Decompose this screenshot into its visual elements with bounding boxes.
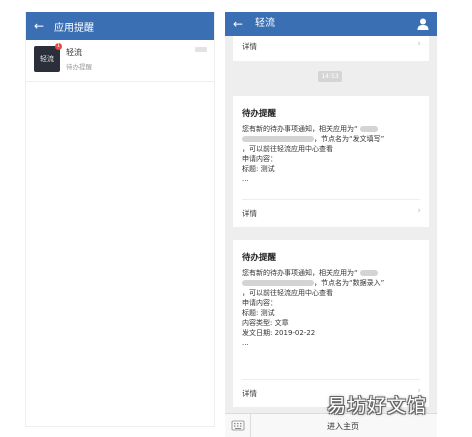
card-line: ... xyxy=(242,339,249,347)
right-header-bar: ← 轻流 xyxy=(225,12,437,36)
card-line: 您有新的待办事项通知，相关应用为“ xyxy=(242,269,378,278)
card-divider xyxy=(242,199,420,200)
previous-detail-link[interactable]: 详情 xyxy=(242,41,257,52)
todo-message-card: 待办提醒 您有新的待办事项通知，相关应用为“ ，节点名为“数据录入” ，可以前往… xyxy=(233,240,429,407)
conversation-subtitle: 待办提醒 xyxy=(66,63,92,71)
card-line: ... xyxy=(242,175,249,183)
card-line: 标题: 测试 xyxy=(242,165,275,173)
right-header-title: 轻流 xyxy=(255,18,275,29)
card-line: ，节点名为“数据录入” xyxy=(242,279,384,288)
card-detail-link[interactable]: 详情 xyxy=(242,208,257,219)
card-line: 申请内容： xyxy=(242,155,277,163)
back-arrow-icon[interactable]: ← xyxy=(233,17,243,31)
card-line: 您有新的待办事项通知，相关应用为“ xyxy=(242,125,378,134)
conversation-time-blurred xyxy=(195,47,207,52)
message-time-chip: 14:53 xyxy=(318,71,342,82)
user-icon[interactable] xyxy=(416,17,430,31)
previous-message-card: 详情 › xyxy=(233,36,429,61)
redacted-text xyxy=(359,270,378,276)
conversation-row[interactable]: 轻流 1 轻流 待办提醒 xyxy=(26,40,214,82)
card-line: 申请内容： xyxy=(242,299,277,307)
left-phone-screen: ← 应用提醒 轻流 1 轻流 待办提醒 xyxy=(25,12,215,427)
card-line: 发文日期: 2019-02-22 xyxy=(242,329,316,337)
conversation-name: 轻流 xyxy=(66,48,82,57)
chevron-right-icon: › xyxy=(417,39,421,49)
chevron-right-icon: › xyxy=(417,206,421,216)
card-line: 内容类型: 文章 xyxy=(242,319,289,327)
card-divider xyxy=(242,379,420,380)
card-line: ，可以前往轻流应用中心查看 xyxy=(242,145,333,153)
app-avatar: 轻流 xyxy=(34,46,60,72)
right-phone-screen: 详情 › 14:53 待办提醒 您有新的待办事项通知，相关应用为“ ，节点名为“… xyxy=(225,12,437,437)
card-line: ，可以前往轻流应用中心查看 xyxy=(242,289,333,297)
keyboard-icon xyxy=(231,420,245,431)
left-header-title: 应用提醒 xyxy=(54,22,94,34)
card-detail-link[interactable]: 详情 xyxy=(242,388,257,399)
card-line: 标题: 测试 xyxy=(242,309,275,317)
avatar-text: 轻流 xyxy=(40,55,54,63)
redacted-text xyxy=(359,126,378,132)
left-header-bar: ← 应用提醒 xyxy=(26,12,214,40)
unread-badge: 1 xyxy=(55,43,62,50)
screenshot-composite: ← 应用提醒 轻流 1 轻流 待办提醒 详情 › 14:53 待办提醒 您有新的… xyxy=(0,0,472,437)
card-title: 待办提醒 xyxy=(242,109,277,119)
card-line: ，节点名为“发文填写” xyxy=(242,135,384,144)
todo-message-card: 待办提醒 您有新的待办事项通知，相关应用为“ ，节点名为“发文填写” ，可以前往… xyxy=(233,96,429,227)
back-arrow-icon[interactable]: ← xyxy=(34,19,48,33)
keyboard-toggle[interactable] xyxy=(225,414,251,437)
redacted-text xyxy=(242,280,314,286)
redacted-text xyxy=(242,136,314,142)
card-title: 待办提醒 xyxy=(242,253,277,263)
site-watermark: 易坊好文馆 xyxy=(327,395,428,417)
enter-homepage-button[interactable]: 进入主页 xyxy=(327,421,359,432)
